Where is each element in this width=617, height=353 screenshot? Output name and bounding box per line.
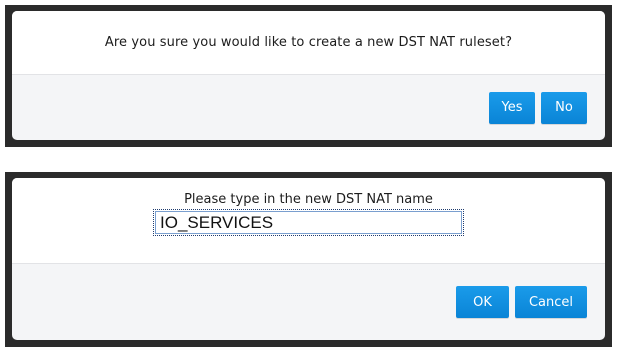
ok-button[interactable]: OK (456, 286, 509, 318)
prompt-dialog-footer: OK Cancel (12, 264, 605, 340)
confirm-dialog-panel: Are you sure you would like to create a … (12, 11, 605, 140)
prompt-dialog-body: Please type in the new DST NAT name (12, 178, 605, 264)
confirm-dialog: Are you sure you would like to create a … (5, 5, 612, 147)
dst-nat-name-input[interactable] (155, 211, 462, 234)
confirm-message: Are you sure you would like to create a … (104, 35, 513, 50)
name-input-focus-ring (153, 209, 464, 236)
prompt-dialog: Please type in the new DST NAT name OK C… (5, 172, 612, 347)
confirm-dialog-body: Are you sure you would like to create a … (12, 11, 605, 75)
yes-button[interactable]: Yes (489, 91, 535, 124)
cancel-button[interactable]: Cancel (515, 286, 587, 318)
confirm-dialog-footer: Yes No (12, 75, 605, 140)
no-button[interactable]: No (541, 91, 587, 124)
prompt-dialog-panel: Please type in the new DST NAT name OK C… (12, 178, 605, 340)
prompt-label: Please type in the new DST NAT name (184, 192, 433, 207)
